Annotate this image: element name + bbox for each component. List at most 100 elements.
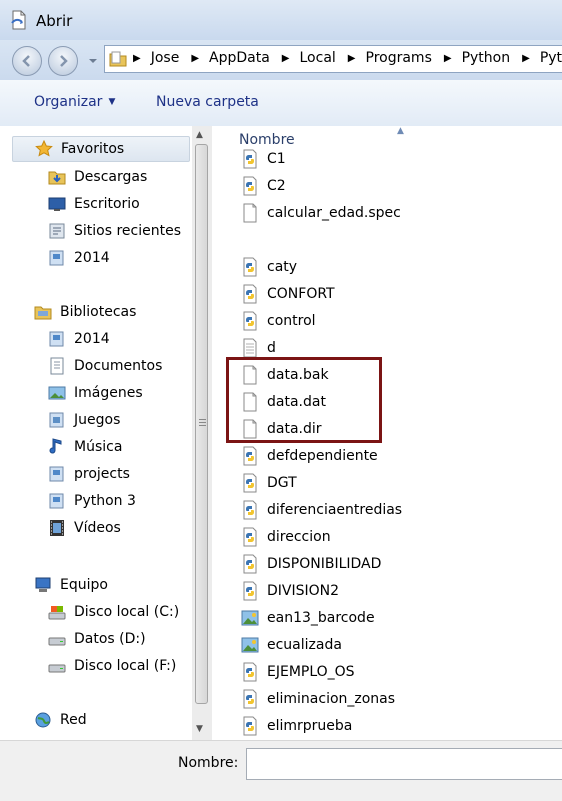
nav-item-documentos[interactable]: Documentos <box>48 353 162 379</box>
scroll-up-arrow-icon[interactable]: ▲ <box>196 130 203 140</box>
navigation-pane: Favoritos Descargas Escritorio Sitios re… <box>0 126 214 740</box>
scroll-thumb[interactable] <box>195 144 208 704</box>
file-name: elimrprueba <box>267 718 353 734</box>
breadcrumb-arrow-icon: ▶ <box>191 52 200 64</box>
nav-computer[interactable]: Equipo <box>34 572 108 598</box>
nav-item-sitios-recientes[interactable]: Sitios recientes <box>48 218 181 244</box>
breadcrumb-item[interactable]: ▶ Local <box>282 50 336 66</box>
python-file-icon <box>243 689 257 709</box>
navigation-scrollbar[interactable]: ▲ ▼ <box>192 126 212 740</box>
breadcrumb-arrow-icon: ▶ <box>281 52 290 64</box>
libraries-icon <box>34 306 52 320</box>
downloads-folder-icon <box>48 171 66 185</box>
file-item[interactable]: CONFORT <box>241 281 335 307</box>
recent-locations-chevron-icon[interactable] <box>88 56 98 66</box>
file-item[interactable]: C1 <box>241 146 286 172</box>
nav-item-juegos[interactable]: Juegos <box>48 407 120 433</box>
back-button[interactable] <box>12 46 42 76</box>
file-name: control <box>267 313 316 329</box>
file-name: diferenciaentredias <box>267 502 403 518</box>
nav-item-projects[interactable]: projects <box>48 461 130 487</box>
file-item[interactable]: control <box>241 308 316 334</box>
nav-network[interactable]: Red <box>34 707 87 733</box>
file-item[interactable]: C2 <box>241 173 286 199</box>
new-folder-button[interactable]: Nueva carpeta <box>156 94 259 110</box>
file-item[interactable]: DISPONIBILIDAD <box>241 551 381 577</box>
file-item[interactable]: DIVISION2 <box>241 578 339 604</box>
python-file-icon <box>243 581 257 601</box>
file-item[interactable]: caty <box>241 254 297 280</box>
file-item[interactable]: diferenciaentredias <box>241 497 402 523</box>
address-bar[interactable]: ▶ Jose ▶ AppData ▶ Local ▶ Programs ▶ Python … <box>104 45 562 73</box>
nav-item-musica[interactable]: Música <box>48 434 122 460</box>
python-file-icon <box>243 257 257 277</box>
pictures-icon <box>48 386 66 400</box>
file-item[interactable]: EJEMPLO_OS <box>241 659 355 685</box>
python-file-icon <box>243 716 257 736</box>
nav-item-videos[interactable]: Vídeos <box>48 515 121 541</box>
library-folder-icon <box>49 331 64 347</box>
nav-libraries[interactable]: Bibliotecas <box>34 299 136 325</box>
nav-item-2014-library[interactable]: 2014 <box>48 326 110 352</box>
nav-item-2014[interactable]: 2014 <box>48 245 110 271</box>
file-name: eliminacion_zonas <box>267 691 396 707</box>
file-item[interactable]: ecualizada <box>241 632 342 658</box>
python-file-icon <box>243 662 257 682</box>
filename-label: Nombre: <box>178 755 239 771</box>
filename-input[interactable] <box>246 748 562 780</box>
library-folder-icon <box>49 250 64 266</box>
breadcrumb-item[interactable]: ▶ Jose <box>133 50 179 66</box>
file-name: defdependiente <box>267 448 378 464</box>
nav-item-disco-c[interactable]: Disco local (C:) <box>48 599 179 625</box>
breadcrumb-item[interactable]: ▶ Pyt <box>522 50 562 66</box>
grip-line <box>199 419 206 420</box>
file-name: DISPONIBILIDAD <box>267 556 382 572</box>
file-name: C2 <box>267 178 286 194</box>
file-item[interactable]: elimrprueba <box>241 713 352 739</box>
breadcrumb-item[interactable]: ▶ Python <box>444 50 510 66</box>
forward-button[interactable] <box>48 46 78 76</box>
documents-icon <box>50 357 64 375</box>
nav-item-escritorio[interactable]: Escritorio <box>48 191 140 217</box>
music-note-icon <box>49 438 62 454</box>
breadcrumb: ▶ Jose ▶ AppData ▶ Local ▶ Programs ▶ Python … <box>133 50 562 66</box>
file-item[interactable]: DGT <box>241 470 297 496</box>
nav-item-datos-d[interactable]: Datos (D:) <box>48 626 146 652</box>
desktop-icon <box>48 197 66 211</box>
star-icon <box>35 140 53 157</box>
python-file-icon <box>243 149 257 169</box>
open-document-icon <box>11 10 26 30</box>
file-item[interactable]: defdependiente <box>241 443 378 469</box>
breadcrumb-arrow-icon: ▶ <box>347 52 356 64</box>
text-file-icon <box>243 338 257 358</box>
scroll-down-arrow-icon[interactable]: ▼ <box>196 724 203 734</box>
nav-item-descargas[interactable]: Descargas <box>48 164 147 190</box>
file-name: d <box>267 340 276 356</box>
back-arrow-icon <box>22 55 30 67</box>
highlight-box <box>226 357 382 443</box>
file-item[interactable]: calcular_edad.spec <box>241 200 401 226</box>
chevron-down-icon: ▼ <box>108 97 116 107</box>
grip-line <box>199 422 206 423</box>
breadcrumb-arrow-icon: ▶ <box>133 52 141 64</box>
command-bar: Organizar ▼ Nueva carpeta <box>0 80 562 127</box>
breadcrumb-item[interactable]: ▶ Programs <box>348 50 432 66</box>
file-name: ecualizada <box>267 637 342 653</box>
title-bar: Abrir <box>0 0 562 40</box>
drive-icon <box>48 664 66 673</box>
sort-ascending-icon: ▲ <box>397 126 404 136</box>
python-file-icon <box>243 284 257 304</box>
file-name: CONFORT <box>267 286 335 302</box>
library-folder-icon <box>49 466 64 482</box>
nav-item-python-3[interactable]: Python 3 <box>48 488 136 514</box>
nav-item-disco-f[interactable]: Disco local (F:) <box>48 653 176 679</box>
file-item[interactable]: eliminacion_zonas <box>241 686 395 712</box>
nav-item-imagenes[interactable]: Imágenes <box>48 380 143 406</box>
organize-button[interactable]: Organizar ▼ <box>34 94 115 110</box>
file-name: DGT <box>267 475 297 491</box>
python-file-icon <box>243 176 257 196</box>
breadcrumb-item[interactable]: ▶ AppData <box>191 50 269 66</box>
nav-favorites[interactable]: Favoritos <box>12 136 190 162</box>
file-item[interactable]: direccion <box>241 524 331 550</box>
file-item[interactable]: ean13_barcode <box>241 605 375 631</box>
